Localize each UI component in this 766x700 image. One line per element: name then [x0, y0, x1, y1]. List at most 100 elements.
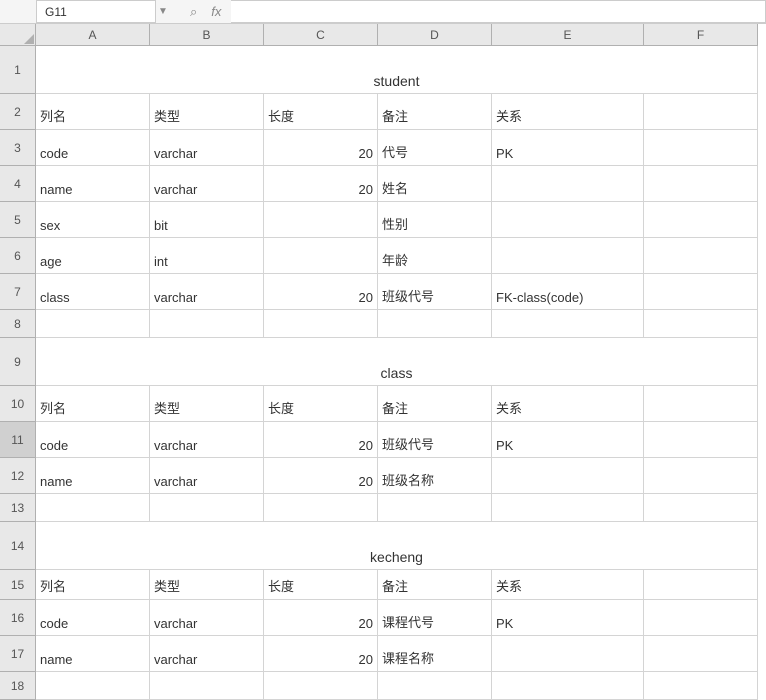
- cell-merged-title[interactable]: class: [36, 338, 758, 386]
- cell[interactable]: [264, 310, 378, 338]
- cell[interactable]: [644, 422, 758, 458]
- cell[interactable]: 20: [264, 458, 378, 494]
- cell[interactable]: [150, 672, 264, 700]
- row-header[interactable]: 9: [0, 338, 36, 386]
- cell[interactable]: sex: [36, 202, 150, 238]
- cell[interactable]: 类型: [150, 94, 264, 130]
- row-header[interactable]: 16: [0, 600, 36, 636]
- cell[interactable]: varchar: [150, 600, 264, 636]
- cell[interactable]: [378, 672, 492, 700]
- cell[interactable]: [492, 202, 644, 238]
- cell[interactable]: [264, 238, 378, 274]
- cell[interactable]: [644, 130, 758, 166]
- cell[interactable]: [644, 238, 758, 274]
- cell[interactable]: 班级名称: [378, 458, 492, 494]
- cell[interactable]: 班级代号: [378, 422, 492, 458]
- cell[interactable]: varchar: [150, 166, 264, 202]
- cell[interactable]: [644, 570, 758, 600]
- cell[interactable]: 类型: [150, 570, 264, 600]
- row-header[interactable]: 18: [0, 672, 36, 700]
- cell[interactable]: 20: [264, 422, 378, 458]
- cell[interactable]: 关系: [492, 386, 644, 422]
- cell[interactable]: [150, 310, 264, 338]
- search-icon[interactable]: ⌕: [190, 4, 197, 20]
- cell[interactable]: [644, 494, 758, 522]
- cell[interactable]: PK: [492, 130, 644, 166]
- cell[interactable]: name: [36, 636, 150, 672]
- cell[interactable]: FK-class(code): [492, 274, 644, 310]
- cell[interactable]: name: [36, 166, 150, 202]
- cell[interactable]: [644, 274, 758, 310]
- cell[interactable]: [644, 600, 758, 636]
- cell[interactable]: PK: [492, 600, 644, 636]
- row-header[interactable]: 4: [0, 166, 36, 202]
- cell[interactable]: code: [36, 600, 150, 636]
- cell[interactable]: 关系: [492, 570, 644, 600]
- cell[interactable]: bit: [150, 202, 264, 238]
- col-header-A[interactable]: A: [36, 24, 150, 46]
- cell[interactable]: [492, 636, 644, 672]
- cell[interactable]: [264, 672, 378, 700]
- cell[interactable]: [264, 494, 378, 522]
- cell[interactable]: 班级代号: [378, 274, 492, 310]
- row-header[interactable]: 15: [0, 570, 36, 600]
- col-header-B[interactable]: B: [150, 24, 264, 46]
- cell[interactable]: 长度: [264, 570, 378, 600]
- cell[interactable]: 姓名: [378, 166, 492, 202]
- row-header[interactable]: 3: [0, 130, 36, 166]
- cell[interactable]: 性别: [378, 202, 492, 238]
- cell[interactable]: [644, 458, 758, 494]
- cell[interactable]: [644, 94, 758, 130]
- cell[interactable]: 长度: [264, 386, 378, 422]
- cell[interactable]: [644, 386, 758, 422]
- select-all-corner[interactable]: [0, 24, 36, 46]
- cell-merged-title[interactable]: student: [36, 46, 758, 94]
- row-header[interactable]: 2: [0, 94, 36, 130]
- cell[interactable]: [36, 494, 150, 522]
- cell[interactable]: 20: [264, 274, 378, 310]
- cell[interactable]: varchar: [150, 458, 264, 494]
- col-header-E[interactable]: E: [492, 24, 644, 46]
- row-header[interactable]: 10: [0, 386, 36, 422]
- cell[interactable]: 列名: [36, 94, 150, 130]
- name-box-dropdown-icon[interactable]: ▼: [156, 6, 170, 17]
- cell[interactable]: [644, 310, 758, 338]
- cell[interactable]: [492, 310, 644, 338]
- cell[interactable]: [150, 494, 264, 522]
- cell[interactable]: varchar: [150, 130, 264, 166]
- cell[interactable]: 长度: [264, 94, 378, 130]
- col-header-D[interactable]: D: [378, 24, 492, 46]
- cell[interactable]: [378, 310, 492, 338]
- cell-merged-title[interactable]: kecheng: [36, 522, 758, 570]
- cell[interactable]: int: [150, 238, 264, 274]
- cell[interactable]: name: [36, 458, 150, 494]
- row-header[interactable]: 11: [0, 422, 36, 458]
- cell[interactable]: 类型: [150, 386, 264, 422]
- row-header[interactable]: 17: [0, 636, 36, 672]
- cell[interactable]: [492, 672, 644, 700]
- cell[interactable]: 备注: [378, 386, 492, 422]
- row-header[interactable]: 12: [0, 458, 36, 494]
- cell[interactable]: [36, 672, 150, 700]
- cell[interactable]: varchar: [150, 274, 264, 310]
- cell[interactable]: 20: [264, 636, 378, 672]
- cell[interactable]: 列名: [36, 386, 150, 422]
- row-header[interactable]: 1: [0, 46, 36, 94]
- name-box[interactable]: G11: [36, 0, 156, 23]
- cell[interactable]: code: [36, 130, 150, 166]
- row-header[interactable]: 5: [0, 202, 36, 238]
- cell[interactable]: [492, 458, 644, 494]
- row-header[interactable]: 8: [0, 310, 36, 338]
- row-header[interactable]: 13: [0, 494, 36, 522]
- cell[interactable]: 20: [264, 600, 378, 636]
- cell[interactable]: [644, 166, 758, 202]
- row-header[interactable]: 6: [0, 238, 36, 274]
- row-header[interactable]: 7: [0, 274, 36, 310]
- formula-bar[interactable]: [231, 0, 766, 23]
- cell[interactable]: varchar: [150, 422, 264, 458]
- cell[interactable]: [644, 202, 758, 238]
- row-header[interactable]: 14: [0, 522, 36, 570]
- cell[interactable]: class: [36, 274, 150, 310]
- cell[interactable]: age: [36, 238, 150, 274]
- cell[interactable]: 课程名称: [378, 636, 492, 672]
